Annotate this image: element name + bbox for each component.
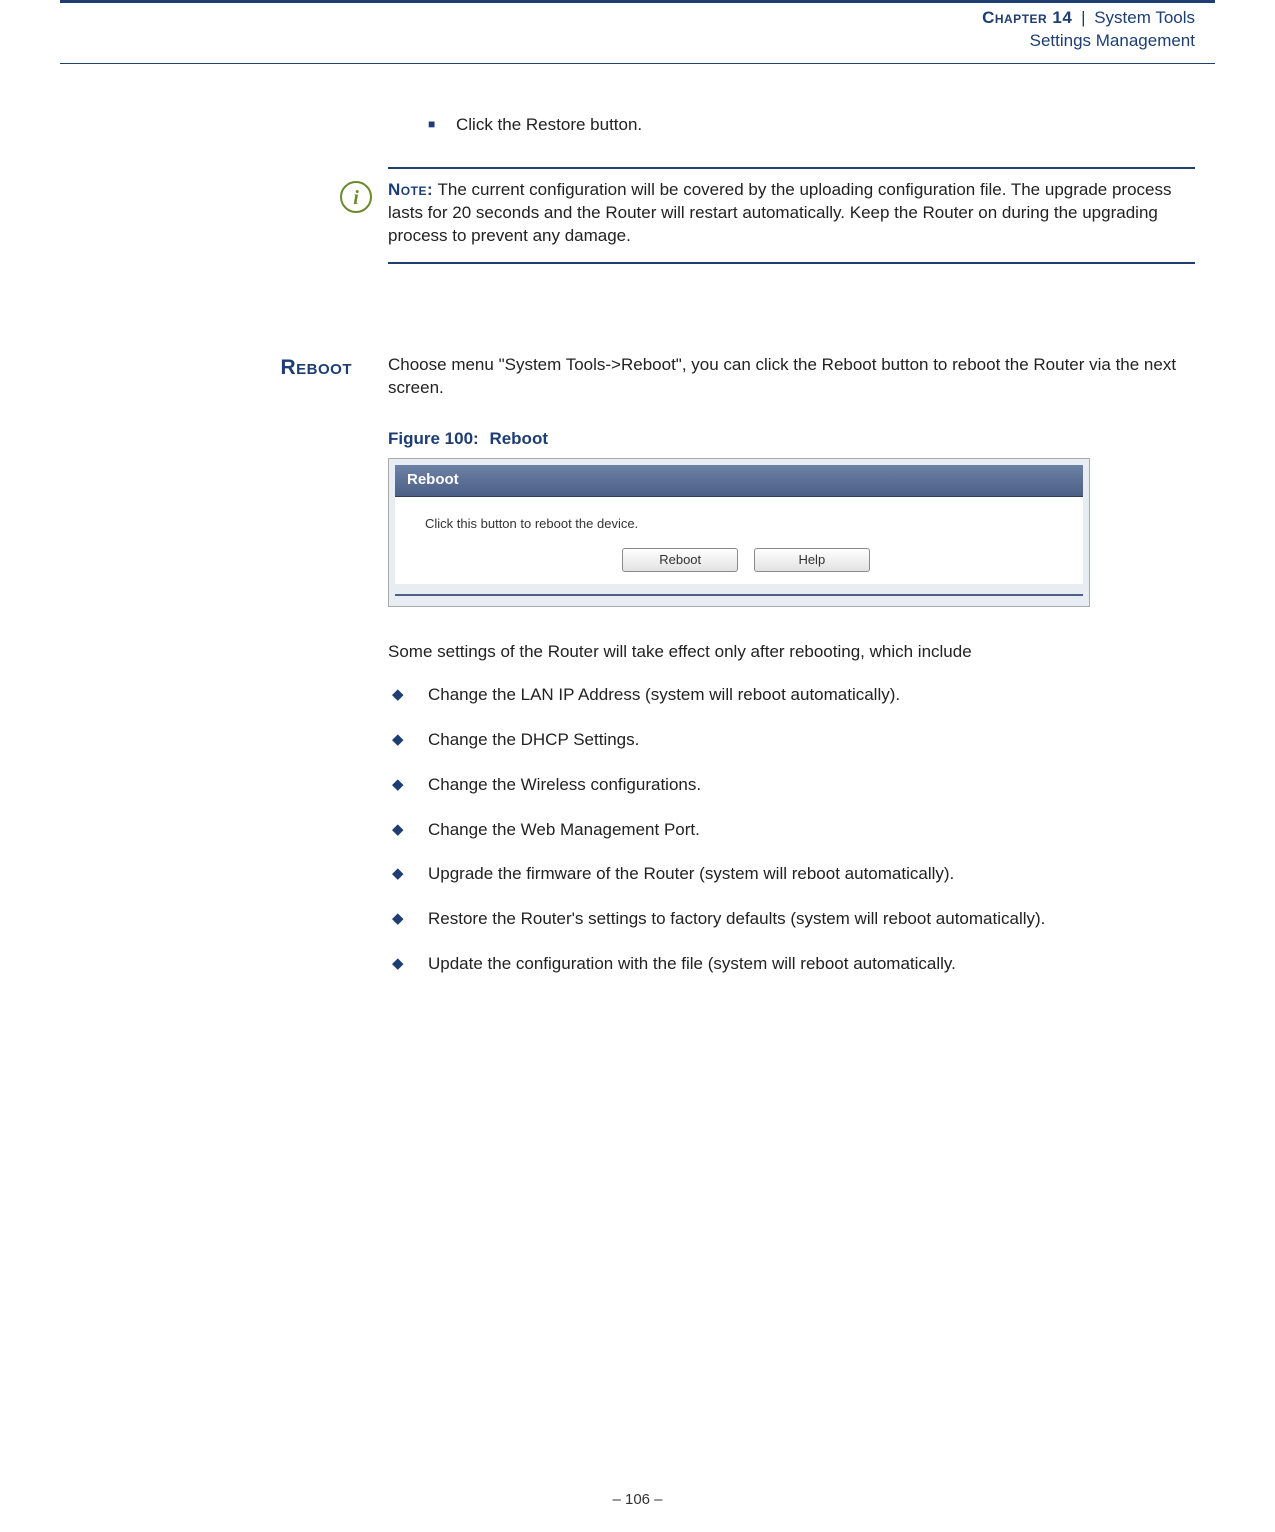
figure-number: Figure 100: xyxy=(388,429,479,448)
reboot-effects-list: Change the LAN IP Address (system will r… xyxy=(388,684,1195,977)
list-item-text: Change the DHCP Settings. xyxy=(428,730,639,749)
note-text: The current configuration will be covere… xyxy=(388,180,1172,245)
note-bottom-rule xyxy=(388,262,1195,264)
screenshot-bottom-rule xyxy=(395,594,1083,596)
intro-bullet-item: Click the Restore button. xyxy=(428,114,1195,137)
list-item-text: Restore the Router's settings to factory… xyxy=(428,909,1045,928)
info-icon-glyph: i xyxy=(353,187,359,209)
page-footer: – 106 – xyxy=(0,1490,1275,1510)
screenshot-titlebar: Reboot xyxy=(395,465,1083,496)
section-heading: Reboot xyxy=(280,356,352,379)
screenshot-description: Click this button to reboot the device. xyxy=(425,515,1067,533)
header-rule xyxy=(60,63,1215,64)
figure-screenshot: Reboot Click this button to reboot the d… xyxy=(388,458,1090,606)
list-item-text: Change the Web Management Port. xyxy=(428,820,700,839)
figure-caption: Figure 100: Reboot xyxy=(388,428,1195,451)
list-item: Upgrade the firmware of the Router (syst… xyxy=(388,863,1195,886)
note-top-rule xyxy=(388,167,1195,169)
list-item: Change the LAN IP Address (system will r… xyxy=(388,684,1195,707)
note-label: Note: xyxy=(388,180,433,199)
note-block: i Note: The current configuration will b… xyxy=(388,167,1195,264)
header-separator: | xyxy=(1077,8,1089,27)
info-icon: i xyxy=(340,181,372,213)
list-item: Change the Web Management Port. xyxy=(388,819,1195,842)
list-item-text: Change the LAN IP Address (system will r… xyxy=(428,685,900,704)
header-title-1: System Tools xyxy=(1094,8,1195,27)
page-number: – 106 – xyxy=(612,1491,662,1508)
list-item: Change the Wireless configurations. xyxy=(388,774,1195,797)
list-item-text: Upgrade the firmware of the Router (syst… xyxy=(428,864,954,883)
intro-bullet-list: Click the Restore button. xyxy=(428,114,1195,137)
intro-bullet-text: Click the Restore button. xyxy=(456,115,642,134)
list-item-text: Update the configuration with the file (… xyxy=(428,954,956,973)
help-button[interactable]: Help xyxy=(754,548,870,572)
section-intro: Choose menu "System Tools->Reboot", you … xyxy=(388,354,1195,400)
running-header: Chapter 14 | System Tools Settings Manag… xyxy=(0,3,1275,63)
list-item: Update the configuration with the file (… xyxy=(388,953,1195,976)
list-item: Restore the Router's settings to factory… xyxy=(388,908,1195,931)
figure-title: Reboot xyxy=(489,429,548,448)
screenshot-body: Click this button to reboot the device. … xyxy=(395,497,1083,584)
after-figure-text: Some settings of the Router will take ef… xyxy=(388,641,1195,664)
header-title-2: Settings Management xyxy=(0,30,1195,53)
chapter-label: Chapter 14 xyxy=(982,8,1072,27)
reboot-button[interactable]: Reboot xyxy=(622,548,738,572)
list-item: Change the DHCP Settings. xyxy=(388,729,1195,752)
list-item-text: Change the Wireless configurations. xyxy=(428,775,701,794)
